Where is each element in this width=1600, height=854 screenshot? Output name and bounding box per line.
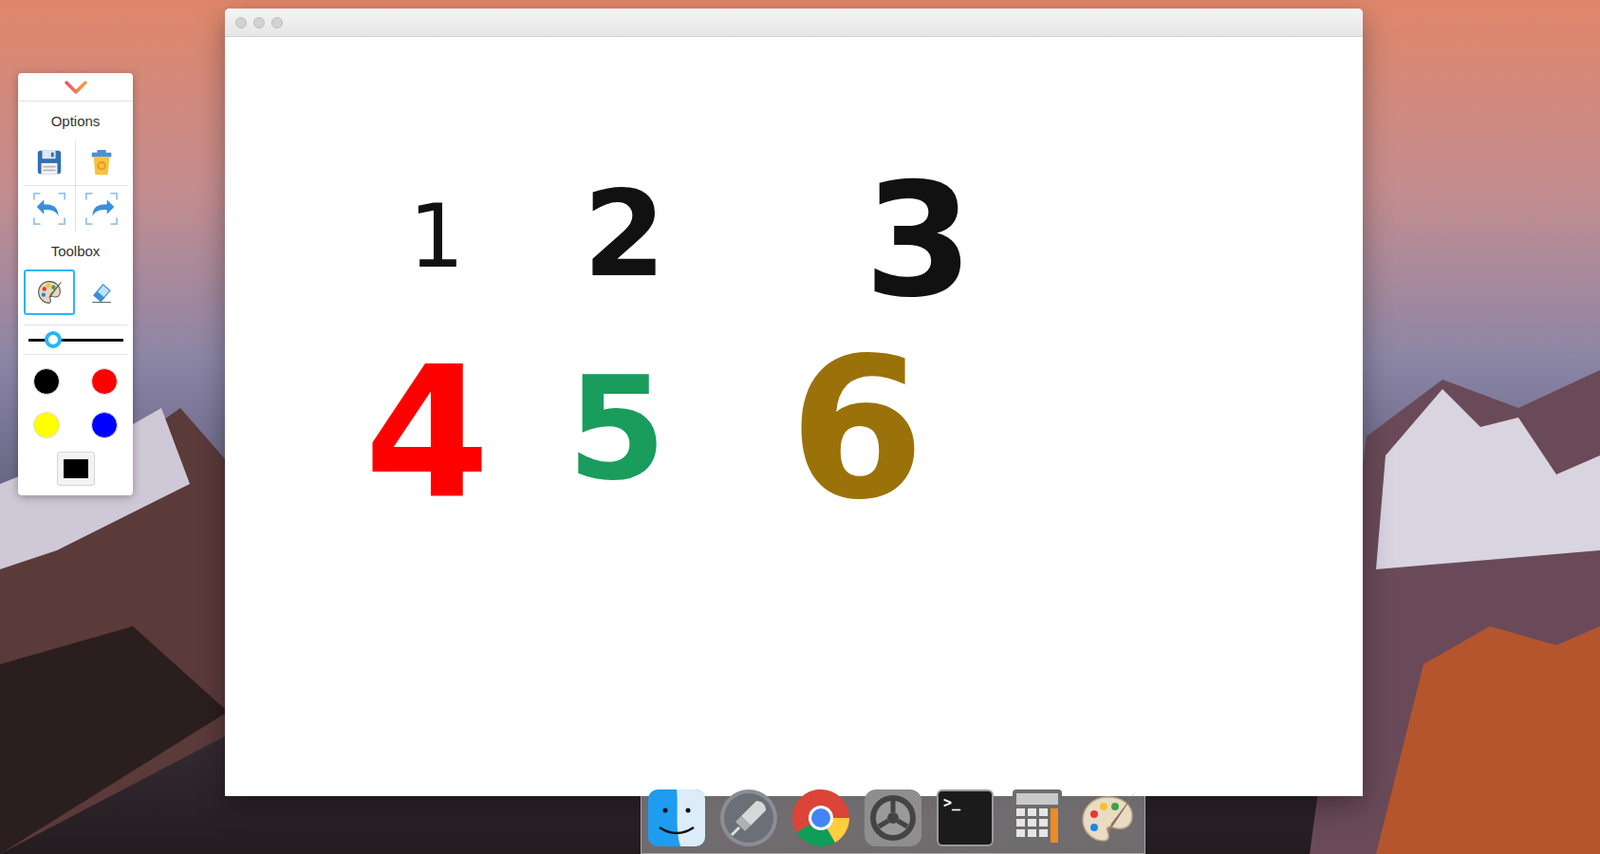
- swatch-grid: [18, 354, 133, 452]
- chevron-icon: [63, 79, 89, 95]
- toolbox-panel: Options Toolbox: [18, 73, 133, 496]
- color-swatch[interactable]: [91, 368, 118, 395]
- redo-button[interactable]: [75, 186, 129, 232]
- collapse-button[interactable]: [18, 73, 133, 102]
- size-slider[interactable]: [18, 325, 133, 354]
- drawn-stroke: 6: [789, 332, 926, 527]
- undo-button[interactable]: [23, 186, 76, 232]
- undo-icon: [31, 190, 68, 227]
- clear-button[interactable]: [75, 140, 129, 187]
- title-bar: [224, 8, 1363, 38]
- drawn-digit: 4: [364, 343, 490, 524]
- current-color[interactable]: [18, 451, 133, 486]
- close-button[interactable]: [235, 17, 247, 29]
- slider-track: [28, 338, 124, 342]
- drawn-digit: 5: [567, 357, 667, 501]
- drawn-stroke: 2: [583, 174, 667, 294]
- terminal-icon: >_: [936, 789, 994, 847]
- launchpad-icon: [718, 787, 780, 849]
- drawn-digit: 1: [409, 193, 466, 281]
- drawn-digit: 3: [864, 163, 974, 320]
- paint-window: 1 2 3 456: [224, 8, 1363, 797]
- color-picker[interactable]: [56, 451, 95, 486]
- color-swatch[interactable]: [91, 411, 118, 439]
- drawn-stroke: 4: [364, 343, 490, 524]
- chrome-icon: [790, 787, 852, 849]
- calculator-icon: [1006, 787, 1068, 849]
- tool-button[interactable]: [23, 269, 75, 316]
- dock-item[interactable]: [646, 787, 707, 849]
- settings-icon: [862, 787, 924, 849]
- options-grid: [23, 140, 128, 232]
- dock-item[interactable]: [1079, 787, 1140, 849]
- palette-icon: [36, 279, 63, 306]
- dock-item[interactable]: >_: [934, 787, 996, 849]
- dock-item[interactable]: [1006, 787, 1068, 849]
- finder-icon: [646, 787, 707, 849]
- terminal-prompt: >_: [943, 796, 961, 811]
- redo-icon: [83, 190, 120, 227]
- tool-grid: [23, 269, 128, 316]
- drawn-stroke: 3: [864, 163, 974, 320]
- zoom-button[interactable]: [271, 17, 283, 29]
- color-swatch[interactable]: [33, 411, 60, 439]
- options-label: Options: [18, 101, 133, 141]
- color-swatch[interactable]: [33, 368, 60, 395]
- trash-icon: [87, 148, 116, 177]
- slider-thumb[interactable]: [44, 331, 62, 349]
- drawn-stroke: 5: [567, 357, 667, 501]
- divider: [23, 324, 128, 326]
- dock: >_: [640, 777, 1146, 854]
- drawn-digit: 2: [583, 174, 667, 294]
- drawn-digit: 6: [789, 332, 926, 527]
- floppy-icon: [35, 148, 64, 177]
- eraser-icon: [89, 279, 114, 305]
- dock-item[interactable]: [718, 787, 780, 849]
- paint-icon: [1079, 787, 1140, 849]
- minimize-button[interactable]: [253, 17, 265, 29]
- current-color-fill: [63, 459, 89, 479]
- dock-item[interactable]: [862, 787, 924, 849]
- drawing-canvas[interactable]: 1 2 3 456: [224, 37, 1363, 797]
- desktop: 1 2 3 456 Options Toolbox >_: [0, 0, 1600, 854]
- drawn-stroke: 1: [409, 193, 466, 281]
- tool-button[interactable]: [76, 269, 129, 316]
- dock-item[interactable]: [790, 787, 852, 849]
- toolbox-label: Toolbox: [18, 231, 133, 271]
- divider: [23, 353, 128, 355]
- save-button[interactable]: [23, 140, 76, 187]
